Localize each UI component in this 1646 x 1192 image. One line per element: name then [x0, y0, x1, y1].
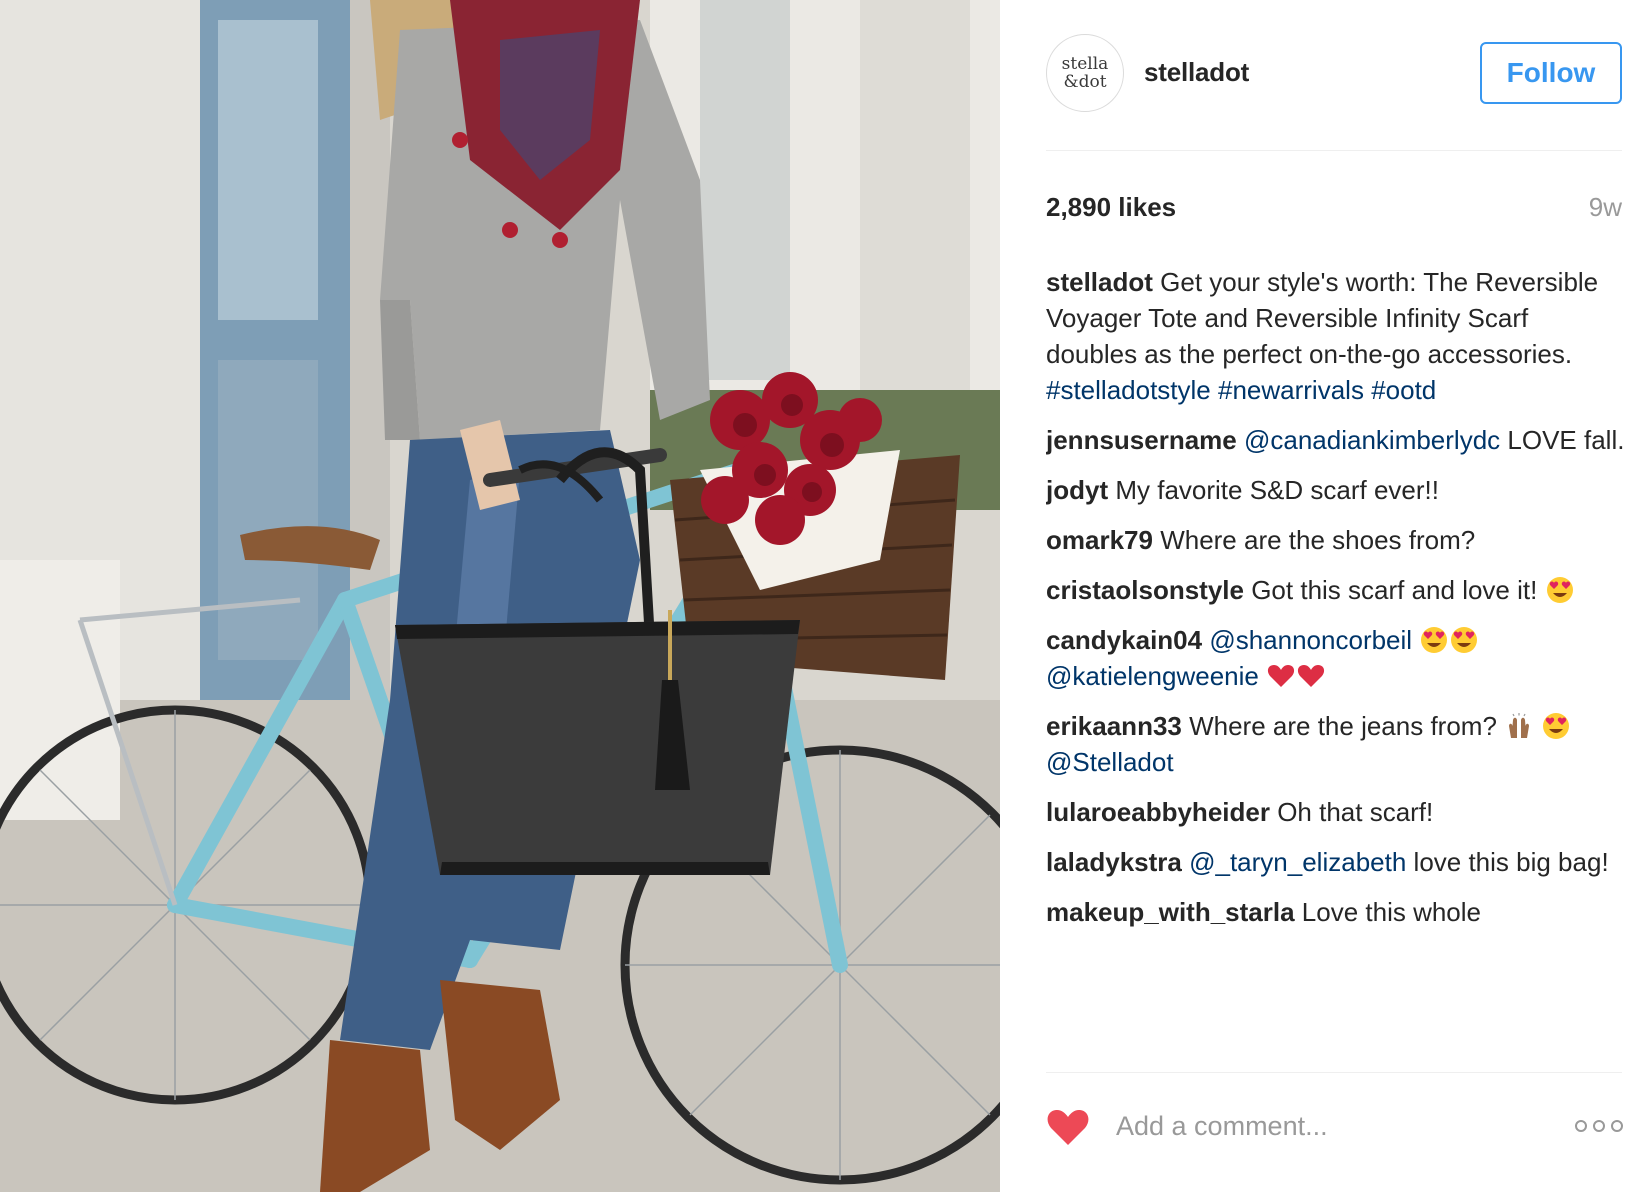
- mention-link[interactable]: @katielengweenie: [1046, 661, 1259, 691]
- comment-text: love this big bag!: [1406, 847, 1609, 877]
- comment-text: My favorite S&D scarf ever!!: [1108, 475, 1439, 505]
- account-username[interactable]: stelladot: [1144, 56, 1249, 88]
- hashtag-link[interactable]: #stelladotstyle: [1046, 375, 1211, 405]
- raised-hands-emoji-icon: [1509, 713, 1530, 738]
- post-time[interactable]: 9w: [1589, 190, 1622, 224]
- comment-text: Oh that scarf!: [1269, 797, 1434, 827]
- avatar-line-2: &dot: [1063, 72, 1107, 92]
- comment-input[interactable]: [1116, 1103, 1516, 1149]
- heart-eyes-emoji-icon: [1421, 627, 1448, 653]
- comment-text: LOVE fall.: [1500, 425, 1625, 455]
- comment-item: makeup_with_starla Love this whole: [1046, 894, 1626, 930]
- header-divider: [1046, 150, 1622, 151]
- footer-divider: [1046, 1072, 1622, 1073]
- comment-text: [1237, 425, 1244, 455]
- comment-item: cristaolsonstyle Got this scarf and love…: [1046, 572, 1626, 608]
- heart-eyes-emoji-icon: [1546, 577, 1573, 603]
- heart-eyes-emoji-icon: [1543, 713, 1570, 739]
- comment-item: laladykstra @_taryn_elizabeth love this …: [1046, 844, 1626, 880]
- comment-username[interactable]: jodyt: [1046, 475, 1108, 505]
- red-heart-emoji-icon: [1298, 665, 1325, 687]
- post-sidebar: stella &dot stelladot Follow 2,890 likes…: [1000, 0, 1646, 1192]
- comment-text: Where are the jeans from?: [1181, 711, 1505, 741]
- comment-username[interactable]: erikaann33: [1046, 711, 1182, 741]
- heart-icon[interactable]: [1046, 1107, 1090, 1147]
- mention-link[interactable]: @canadiankimberlydc: [1244, 425, 1500, 455]
- red-heart-emoji-icon: [1268, 665, 1295, 687]
- comment-text: [1259, 661, 1266, 691]
- comment-username[interactable]: stelladot: [1046, 267, 1153, 297]
- avatar-line-1: stella: [1061, 54, 1109, 74]
- comment-username[interactable]: candykain04: [1046, 625, 1202, 655]
- comment-list-fade: [1046, 1010, 1626, 1060]
- likes-row: 2,890 likes 9w: [1046, 190, 1622, 226]
- hashtag-link[interactable]: #ootd: [1371, 375, 1436, 405]
- comment-item: jodyt My favorite S&D scarf ever!!: [1046, 472, 1626, 508]
- hashtag-link[interactable]: #newarrivals: [1218, 375, 1364, 405]
- comment-username[interactable]: lularoeabbyheider: [1046, 797, 1270, 827]
- comment-text: [1534, 711, 1541, 741]
- mention-link[interactable]: @shannoncorbeil: [1209, 625, 1412, 655]
- comment-text: Love this whole: [1294, 897, 1482, 927]
- comment-item: omark79 Where are the shoes from?: [1046, 522, 1626, 558]
- comment-username[interactable]: cristaolsonstyle: [1046, 575, 1244, 605]
- comment-list[interactable]: stelladot Get your style's worth: The Re…: [1046, 264, 1626, 1054]
- comment-text: Got this scarf and love it!: [1243, 575, 1545, 605]
- post-image: [0, 0, 1000, 1192]
- post-header: stella &dot stelladot Follow: [1000, 0, 1646, 151]
- comment-username[interactable]: laladykstra: [1046, 847, 1182, 877]
- comment-text: [1412, 625, 1419, 655]
- follow-button[interactable]: Follow: [1480, 42, 1622, 104]
- comment-bar: [1000, 1085, 1646, 1171]
- comment-username[interactable]: jennsusername: [1046, 425, 1237, 455]
- comment-item: lularoeabbyheider Oh that scarf!: [1046, 794, 1626, 830]
- comment-username[interactable]: omark79: [1046, 525, 1153, 555]
- mention-link[interactable]: @_taryn_elizabeth: [1189, 847, 1406, 877]
- post-photo[interactable]: [0, 0, 1000, 1192]
- like-count[interactable]: 2,890 likes: [1046, 190, 1176, 224]
- comment-text: [1211, 375, 1218, 405]
- comment-item: stelladot Get your style's worth: The Re…: [1046, 264, 1626, 408]
- comment-text: Where are the shoes from?: [1152, 525, 1476, 555]
- more-options-icon[interactable]: [1574, 1115, 1624, 1137]
- avatar[interactable]: stella &dot: [1046, 34, 1124, 112]
- mention-link[interactable]: @Stelladot: [1046, 747, 1174, 777]
- comment-username[interactable]: makeup_with_starla: [1046, 897, 1295, 927]
- comment-item: erikaann33 Where are the jeans from? @St…: [1046, 708, 1626, 780]
- comment-item: jennsusername @canadiankimberlydc LOVE f…: [1046, 422, 1626, 458]
- heart-eyes-emoji-icon: [1451, 627, 1478, 653]
- comment-item: candykain04 @shannoncorbeil @katielengwe…: [1046, 622, 1626, 694]
